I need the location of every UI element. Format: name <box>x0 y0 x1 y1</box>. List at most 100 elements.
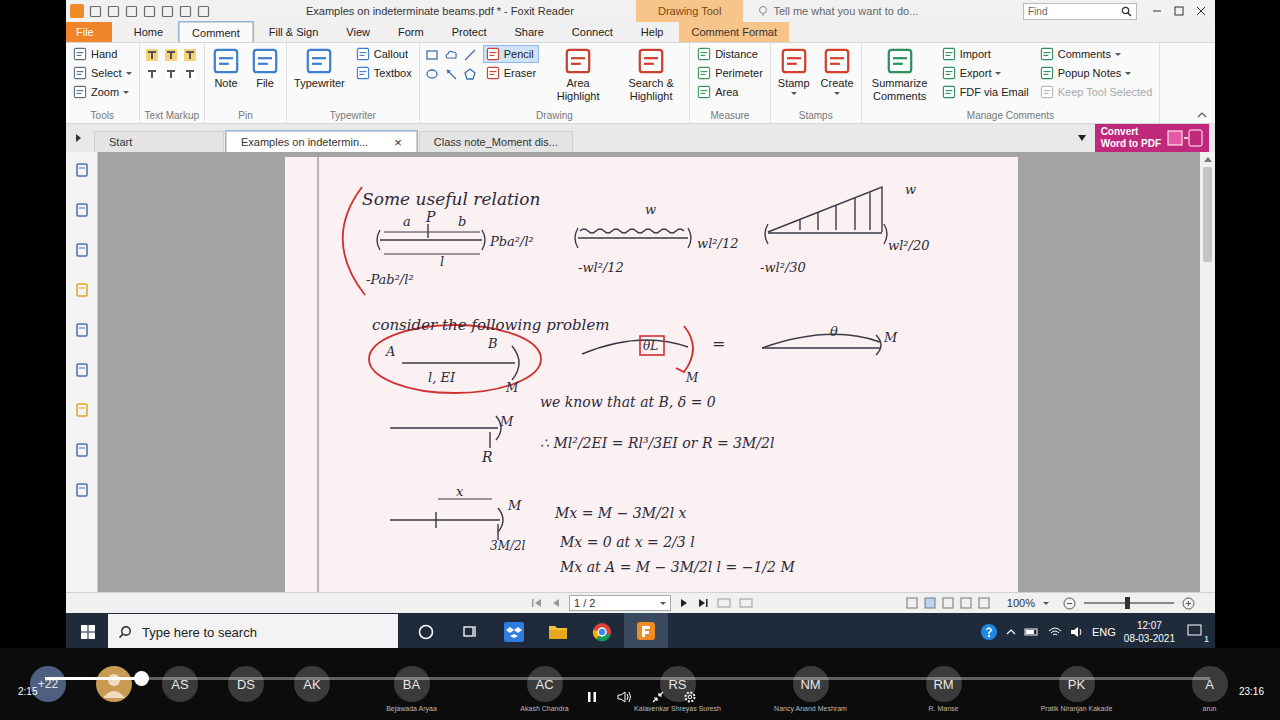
panel-icon[interactable] <box>74 202 90 218</box>
ribbon-small-button[interactable]: Hand <box>71 46 134 62</box>
windows-start-icon[interactable] <box>80 624 96 640</box>
ribbon-tab[interactable]: Connect <box>560 22 625 42</box>
scroll-thumb[interactable] <box>1203 167 1212 262</box>
exit-fullscreen-icon[interactable] <box>651 690 665 704</box>
tell-me-search[interactable]: Tell me what you want to do... <box>743 5 1023 17</box>
participant[interactable]: DS <box>213 666 279 702</box>
ribbon-small-button[interactable]: Select <box>71 65 134 81</box>
ribbon-tab[interactable]: File <box>66 22 112 42</box>
close-icon[interactable] <box>1195 5 1207 17</box>
ribbon-tab[interactable]: Form <box>386 22 436 42</box>
zoom-menu-icon[interactable] <box>1043 602 1049 605</box>
polygon-icon[interactable] <box>463 67 477 81</box>
quick-action-icon[interactable] <box>143 5 156 18</box>
ribbon-small-button[interactable]: Perimeter <box>695 65 765 81</box>
clock[interactable]: 12:07 08-03-2021 <box>1124 619 1175 645</box>
taskbar-app[interactable] <box>404 613 448 648</box>
ribbon-tab[interactable]: Comment <box>179 22 253 42</box>
quick-action-icon[interactable] <box>197 5 210 18</box>
ribbon-tab[interactable]: Fill & Sign <box>257 22 331 42</box>
panel-icon[interactable] <box>74 362 90 378</box>
markup-icon[interactable] <box>183 48 197 62</box>
panel-icon[interactable] <box>74 402 90 418</box>
input-language[interactable]: ENG <box>1092 626 1116 638</box>
vertical-scrollbar[interactable] <box>1200 152 1215 592</box>
scroll-up-icon[interactable] <box>1204 157 1212 162</box>
markup-icon[interactable] <box>145 48 159 62</box>
document-tab[interactable]: Examples on indetermin... × <box>226 131 417 152</box>
previous-page-icon[interactable] <box>551 598 561 608</box>
ribbon-tab[interactable]: Help <box>629 22 676 42</box>
panel-icon[interactable] <box>74 442 90 458</box>
page-view-icon[interactable] <box>905 597 919 609</box>
markup-icon[interactable] <box>164 67 178 81</box>
ribbon-small-button[interactable]: Zoom <box>71 84 134 100</box>
ribbon-button[interactable]: Typewriter <box>292 46 347 91</box>
progress-knob[interactable] <box>134 671 149 686</box>
settings-gear-icon[interactable] <box>683 690 697 704</box>
ribbon-small-button[interactable]: Import <box>940 46 1031 62</box>
taskbar-app[interactable] <box>536 613 580 648</box>
ribbon-small-button[interactable]: Pencil <box>484 46 538 62</box>
rectangle-icon[interactable] <box>425 48 439 62</box>
tab-list-icon[interactable] <box>1077 134 1087 142</box>
page-view-icon[interactable] <box>959 597 973 609</box>
taskbar-app[interactable] <box>492 613 536 648</box>
close-tab-button[interactable]: × <box>394 135 402 150</box>
participant[interactable]: NM Nancy Anand Meshram <box>744 666 877 712</box>
ribbon-small-button[interactable]: Export <box>940 65 1031 81</box>
markup-icon[interactable] <box>164 48 178 62</box>
taskbar-app[interactable] <box>580 613 624 648</box>
ribbon-tab[interactable]: Share <box>502 22 555 42</box>
quick-action-icon[interactable] <box>107 5 120 18</box>
page-view-icon[interactable] <box>941 597 955 609</box>
participant[interactable]: AK <box>279 666 345 702</box>
ribbon-tab[interactable]: Protect <box>440 22 499 42</box>
ribbon-small-button[interactable]: Comments <box>1038 46 1155 62</box>
page-number-field[interactable]: 1 / 2 <box>569 595 671 611</box>
participant[interactable]: PK Pratik Niranjan Kakade <box>1010 666 1143 712</box>
participant[interactable]: RM R. Manse <box>877 666 1010 712</box>
ribbon-tab[interactable]: Home <box>122 22 175 42</box>
line-icon[interactable] <box>463 48 477 62</box>
taskbar-search[interactable]: Type here to search <box>108 614 398 648</box>
ribbon-small-button[interactable]: Callout <box>354 46 414 62</box>
collapse-ribbon-icon[interactable] <box>1197 111 1207 119</box>
panel-toggle-icon[interactable] <box>74 133 82 143</box>
quick-action-icon[interactable] <box>125 5 138 18</box>
zoom-level[interactable]: 100% <box>1007 597 1035 609</box>
quick-action-icon[interactable] <box>161 5 174 18</box>
page-view-icon[interactable] <box>977 597 991 609</box>
ribbon-button[interactable]: Search & Highlight <box>618 46 684 103</box>
ribbon-small-button[interactable]: Keep Tool Selected <box>1038 84 1155 100</box>
document-tab[interactable]: Class note_Moment dis... <box>419 131 573 152</box>
panel-icon[interactable] <box>74 282 90 298</box>
ribbon-button[interactable]: Area Highlight <box>545 46 611 103</box>
ribbon-small-button[interactable]: Textbox <box>354 65 414 81</box>
first-page-icon[interactable] <box>531 598 543 608</box>
participant[interactable]: RS Kalavenkar Shreyas Suresh <box>611 666 744 712</box>
page-view-icon[interactable] <box>923 597 937 609</box>
cloud-icon[interactable] <box>444 48 458 62</box>
participant[interactable]: AS <box>147 666 213 702</box>
panel-icon[interactable] <box>74 242 90 258</box>
quick-action-icon[interactable] <box>179 5 192 18</box>
action-center-button[interactable]: 1 <box>1183 624 1207 640</box>
video-progress[interactable] <box>45 677 1210 680</box>
taskbar-app[interactable] <box>624 613 668 648</box>
battery-icon[interactable] <box>1024 627 1040 637</box>
view-icon[interactable] <box>739 598 753 608</box>
minimize-icon[interactable] <box>1151 5 1163 17</box>
panel-icon[interactable] <box>74 482 90 498</box>
zoom-slider[interactable] <box>1084 602 1174 604</box>
markup-icon[interactable] <box>145 67 159 81</box>
panel-icon[interactable] <box>74 162 90 178</box>
convert-word-to-pdf-button[interactable]: ConvertWord to PDF <box>1095 124 1209 152</box>
next-page-icon[interactable] <box>679 598 689 608</box>
show-hidden-icons-icon[interactable] <box>1006 628 1016 636</box>
ribbon-small-button[interactable]: Popup Notes <box>1038 65 1155 81</box>
arrow-icon[interactable] <box>444 67 458 81</box>
last-page-icon[interactable] <box>697 598 709 608</box>
pause-icon[interactable] <box>585 690 599 704</box>
panel-icon[interactable] <box>74 322 90 338</box>
